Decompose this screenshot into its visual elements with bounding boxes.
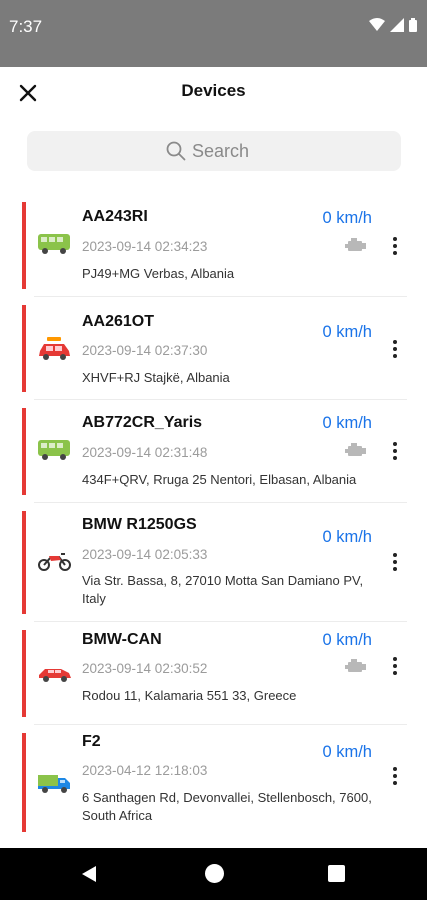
engine-icon <box>345 443 366 456</box>
status-indicator <box>22 733 26 832</box>
device-time: 2023-09-14 02:30:52 <box>82 661 208 676</box>
home-button[interactable] <box>205 864 224 883</box>
device-name: BMW-CAN <box>82 631 162 648</box>
device-speed: 0 km/h <box>322 209 372 227</box>
car-icon <box>39 669 71 682</box>
device-time: 2023-09-14 02:37:30 <box>82 343 208 358</box>
device-address: 6 Santhagen Rd, Devonvallei, Stellenbosc… <box>82 790 372 823</box>
device-speed: 0 km/h <box>322 743 372 761</box>
back-icon[interactable] <box>80 865 98 883</box>
device-time: 2023-09-14 02:34:23 <box>82 239 208 254</box>
device-time: 2023-04-12 12:18:03 <box>82 763 208 778</box>
device-address: Via Str. Bassa, 8, 27010 Motta San Damia… <box>82 573 364 606</box>
page-title: Devices <box>181 81 246 100</box>
more-options-button[interactable] <box>386 437 404 465</box>
device-name: BMW R1250GS <box>82 516 197 533</box>
recents-button[interactable] <box>328 865 345 882</box>
system-nav-bar <box>0 848 427 900</box>
status-indicator <box>22 630 26 717</box>
device-row[interactable]: AB772CR_Yaris 2023-09-14 02:31:48 434F+Q… <box>0 400 427 503</box>
device-name: F2 <box>82 733 101 750</box>
status-indicator <box>22 408 26 495</box>
wifi-icon <box>369 18 385 31</box>
status-indicator <box>22 202 26 289</box>
more-options-button[interactable] <box>386 335 404 363</box>
truck-icon <box>38 775 70 793</box>
device-row[interactable]: AA243RI 2023-09-14 02:34:23 PJ49+MG Verb… <box>0 194 427 297</box>
bus-icon <box>38 234 70 254</box>
motorcycle-icon <box>38 553 71 571</box>
device-address: Rodou 11, Kalamaria 551 33, Greece <box>82 688 297 703</box>
device-name: AA261OT <box>82 313 155 330</box>
more-options-button[interactable] <box>386 762 404 790</box>
status-time: 7:37 <box>9 17 43 36</box>
device-row[interactable]: BMW-CAN 2023-09-14 02:30:52 Rodou 11, Ka… <box>0 622 427 725</box>
search-input[interactable] <box>192 140 262 162</box>
bus-icon <box>38 440 70 460</box>
more-options-button[interactable] <box>386 652 404 680</box>
status-indicator <box>22 305 26 392</box>
device-speed: 0 km/h <box>322 528 372 546</box>
engine-icon <box>345 238 366 251</box>
device-speed: 0 km/h <box>322 631 372 649</box>
device-name: AA243RI <box>82 208 148 225</box>
device-time: 2023-09-14 02:31:48 <box>82 445 208 460</box>
device-row[interactable]: BMW R1250GS 2023-09-14 02:05:33 Via Str.… <box>0 503 427 622</box>
more-options-button[interactable] <box>386 548 404 576</box>
device-speed: 0 km/h <box>322 414 372 432</box>
device-speed: 0 km/h <box>322 323 372 341</box>
search-bar[interactable] <box>27 131 401 171</box>
app-header: Devices <box>0 67 427 117</box>
device-name: AB772CR_Yaris <box>82 414 203 431</box>
status-icons <box>369 18 417 32</box>
device-time: 2023-09-14 02:05:33 <box>82 547 208 562</box>
status-bar: 7:37 <box>0 0 427 67</box>
device-address: XHVF+RJ Stajkë, Albania <box>82 370 230 385</box>
search-icon <box>166 141 186 161</box>
device-row[interactable]: F2 2023-04-12 12:18:03 6 Santhagen Rd, D… <box>0 725 427 840</box>
battery-icon <box>409 18 417 32</box>
device-row[interactable]: AA261OT 2023-09-14 02:37:30 XHVF+RJ Staj… <box>0 297 427 400</box>
status-indicator <box>22 511 26 614</box>
device-address: 434F+QRV, Rruga 25 Nentori, Elbasan, Alb… <box>82 472 357 487</box>
more-options-button[interactable] <box>386 232 404 260</box>
engine-icon <box>345 659 366 672</box>
device-address: PJ49+MG Verbas, Albania <box>82 266 235 281</box>
signal-icon <box>390 18 404 32</box>
car-luggage-icon <box>39 337 70 360</box>
